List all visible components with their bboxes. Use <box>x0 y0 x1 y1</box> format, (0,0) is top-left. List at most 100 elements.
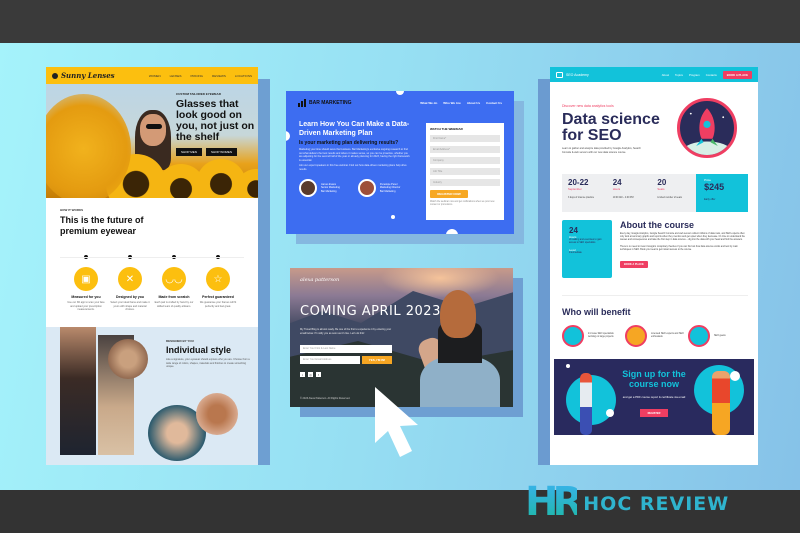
book-place-button[interactable]: BOOK A PLACE <box>722 70 752 79</box>
stat-value: 24 <box>612 178 622 187</box>
nav-link[interactable]: Topics <box>675 73 683 77</box>
tools-icon: ✕ <box>118 267 142 291</box>
nav-link[interactable]: LOCATIONS <box>235 74 252 78</box>
hero-title: Glasses that look good on you, not just … <box>176 98 255 143</box>
box-desc: Intermediate <box>569 252 582 254</box>
shop-women-button[interactable]: SHOP WOMEN <box>205 148 238 156</box>
step-item: ✕ Designed by you Select your ideal frame … <box>110 255 150 312</box>
step-desc: Each pair is crafted by hand by our skil… <box>154 301 194 308</box>
price-desc: Early offer <box>704 198 716 201</box>
about-section: 24 Hours of reading and exercises to gai… <box>562 220 748 280</box>
stat-seats: 20 Seats Limited number of seats <box>651 174 697 212</box>
hero-eyebrow: CUSTOM TAILORED EYEWEAR <box>176 92 221 96</box>
nav-link[interactable]: About <box>662 73 669 77</box>
shop-men-button[interactable]: SHOP MEN <box>176 148 202 156</box>
nav-link[interactable]: What We do <box>420 101 437 105</box>
job-title-input[interactable]: Job Title <box>430 168 500 175</box>
form-title: WATCH THE WEBINAR <box>430 127 463 131</box>
section-title: About the course <box>620 220 695 230</box>
industry-input[interactable]: Industry <box>430 179 500 186</box>
section-text: There is no need to invent Google's cons… <box>620 245 738 251</box>
decor-dot <box>391 215 395 219</box>
monitor-icon <box>556 71 563 78</box>
sun-icon <box>52 72 58 79</box>
speaker-company: Bar Marketing <box>321 189 337 193</box>
step-item: ◡◡ Made from scratch Each pair is crafted … <box>154 255 194 312</box>
nav-link[interactable]: Contact Us <box>486 101 502 105</box>
benefit-text: SEO geeks <box>714 334 726 337</box>
logo-mark: HR <box>525 479 583 525</box>
navbar: SEO Academy About Topics Program Contact… <box>550 67 758 82</box>
box-value: 24 <box>569 226 578 235</box>
signup-title: Sign up for the course now <box>622 369 686 389</box>
stat-label: Hours <box>612 187 621 191</box>
hero-eyebrow: Discover new data analytics tools <box>562 104 614 108</box>
email-input[interactable]: Email Address* <box>430 146 500 153</box>
stat-label: September <box>568 187 582 191</box>
email-input[interactable]: Enter Your Email Address <box>300 356 360 364</box>
hours-box: 24 Hours of reading and exercises to gai… <box>562 220 612 278</box>
facebook-icon[interactable]: f <box>316 372 321 377</box>
nav-link[interactable]: WOMEN <box>149 74 161 78</box>
mouse-pointer-icon <box>375 387 418 457</box>
benefit-item: Licensed SEO experts and SEO enthusiasts <box>625 325 685 347</box>
timeline-dot <box>216 255 220 259</box>
nav-link[interactable]: About Us <box>467 101 480 105</box>
nav-link[interactable]: PRICING <box>191 74 204 78</box>
bar-marketing-page: BAR MARKETING What We do Who We Are Abou… <box>286 91 514 234</box>
webinar-form: WATCH THE WEBINAR First Name* Email Addr… <box>426 123 504 220</box>
stat-label: Seats <box>657 187 665 191</box>
benefit-text: Licensed SEO experts and SEO enthusiasts <box>651 333 684 338</box>
step-desc: Use our 3D app to scan your face and upl… <box>67 301 105 311</box>
hero-section: Discover new data analytics tools Data s… <box>550 82 758 172</box>
hero-text: My Travel Blog is almost ready. Be one o… <box>300 328 392 335</box>
hero-title: COMING APRIL 2023 <box>300 304 441 319</box>
hero-text: Marketing your time should serve the bus… <box>299 148 410 162</box>
hero-title: Learn How You Can Make a Data-Driven Mar… <box>299 121 410 137</box>
first-name-input[interactable]: First Name* <box>430 135 500 142</box>
hero-photo <box>140 114 166 146</box>
logo[interactable]: SEO Academy <box>556 71 589 78</box>
instagram-icon[interactable]: ◎ <box>308 372 313 377</box>
step-title: Designed by you <box>115 295 144 299</box>
register-button[interactable]: REGISTER NOW <box>430 190 468 198</box>
woman-with-phone-illustration <box>580 373 592 435</box>
twitter-icon[interactable]: t <box>300 372 305 377</box>
nav-link[interactable]: Contacts <box>706 73 717 77</box>
step-item: ▣ Measured for you Use our 3D app to scan … <box>66 255 106 312</box>
portrait-photo <box>60 327 96 455</box>
subscribe-button[interactable]: YES, I'M IN! <box>362 356 392 364</box>
name-input[interactable]: Enter Your First & Last Name <box>300 345 392 353</box>
stat-desc: Limited number of seats <box>657 197 682 199</box>
decor-dot <box>730 371 740 381</box>
company-input[interactable]: Company <box>430 157 500 164</box>
nav-link[interactable]: REVIEWS <box>212 74 226 78</box>
logo[interactable]: alexa patterson <box>300 277 339 283</box>
logo[interactable]: BAR MARKETING <box>298 99 352 107</box>
timeline-dot <box>84 255 88 259</box>
logo[interactable]: Sunny Lenses <box>52 71 115 80</box>
register-button[interactable]: REGISTER <box>640 409 668 417</box>
logo-text: BAR MARKETING <box>309 100 352 106</box>
hero-text: Join our expert speakers in this free we… <box>299 164 407 171</box>
nav-link[interactable]: Program <box>689 73 700 77</box>
nav-link[interactable]: Who We Are <box>443 101 461 105</box>
book-place-button[interactable]: BOOK A PLACE <box>620 261 648 269</box>
nav-link[interactable]: LENSES <box>170 74 182 78</box>
footer-text: © 2023 Alexa Patterson. All Rights Reser… <box>300 397 351 400</box>
speaker: Penelope Perez Marketing Director Bar Mark… <box>357 179 400 197</box>
decor-dot <box>286 131 290 141</box>
bar-chart-icon <box>298 99 306 107</box>
woman-photo <box>420 356 500 407</box>
avatar <box>357 179 376 197</box>
sunny-lenses-page: Sunny Lenses WOMEN LENSES PRICING REVIEW… <box>46 67 258 465</box>
step-title: Perfect guaranteed <box>202 295 234 299</box>
section-text: Every day, Google Analytics, Google Sear… <box>620 233 745 242</box>
step-title: Made from scratch <box>158 295 190 299</box>
decor-dot <box>606 409 614 417</box>
benefit-item: In-house SEO specialists working on larg… <box>562 325 622 347</box>
navbar: Sunny Lenses WOMEN LENSES PRICING REVIEW… <box>46 67 258 84</box>
how-it-works-section: HOW IT WORKS This is the future of premi… <box>46 198 258 312</box>
logo-text: SEO Academy <box>566 72 589 77</box>
benefit-section: Who will benefit In-house SEO specialist… <box>562 307 748 347</box>
